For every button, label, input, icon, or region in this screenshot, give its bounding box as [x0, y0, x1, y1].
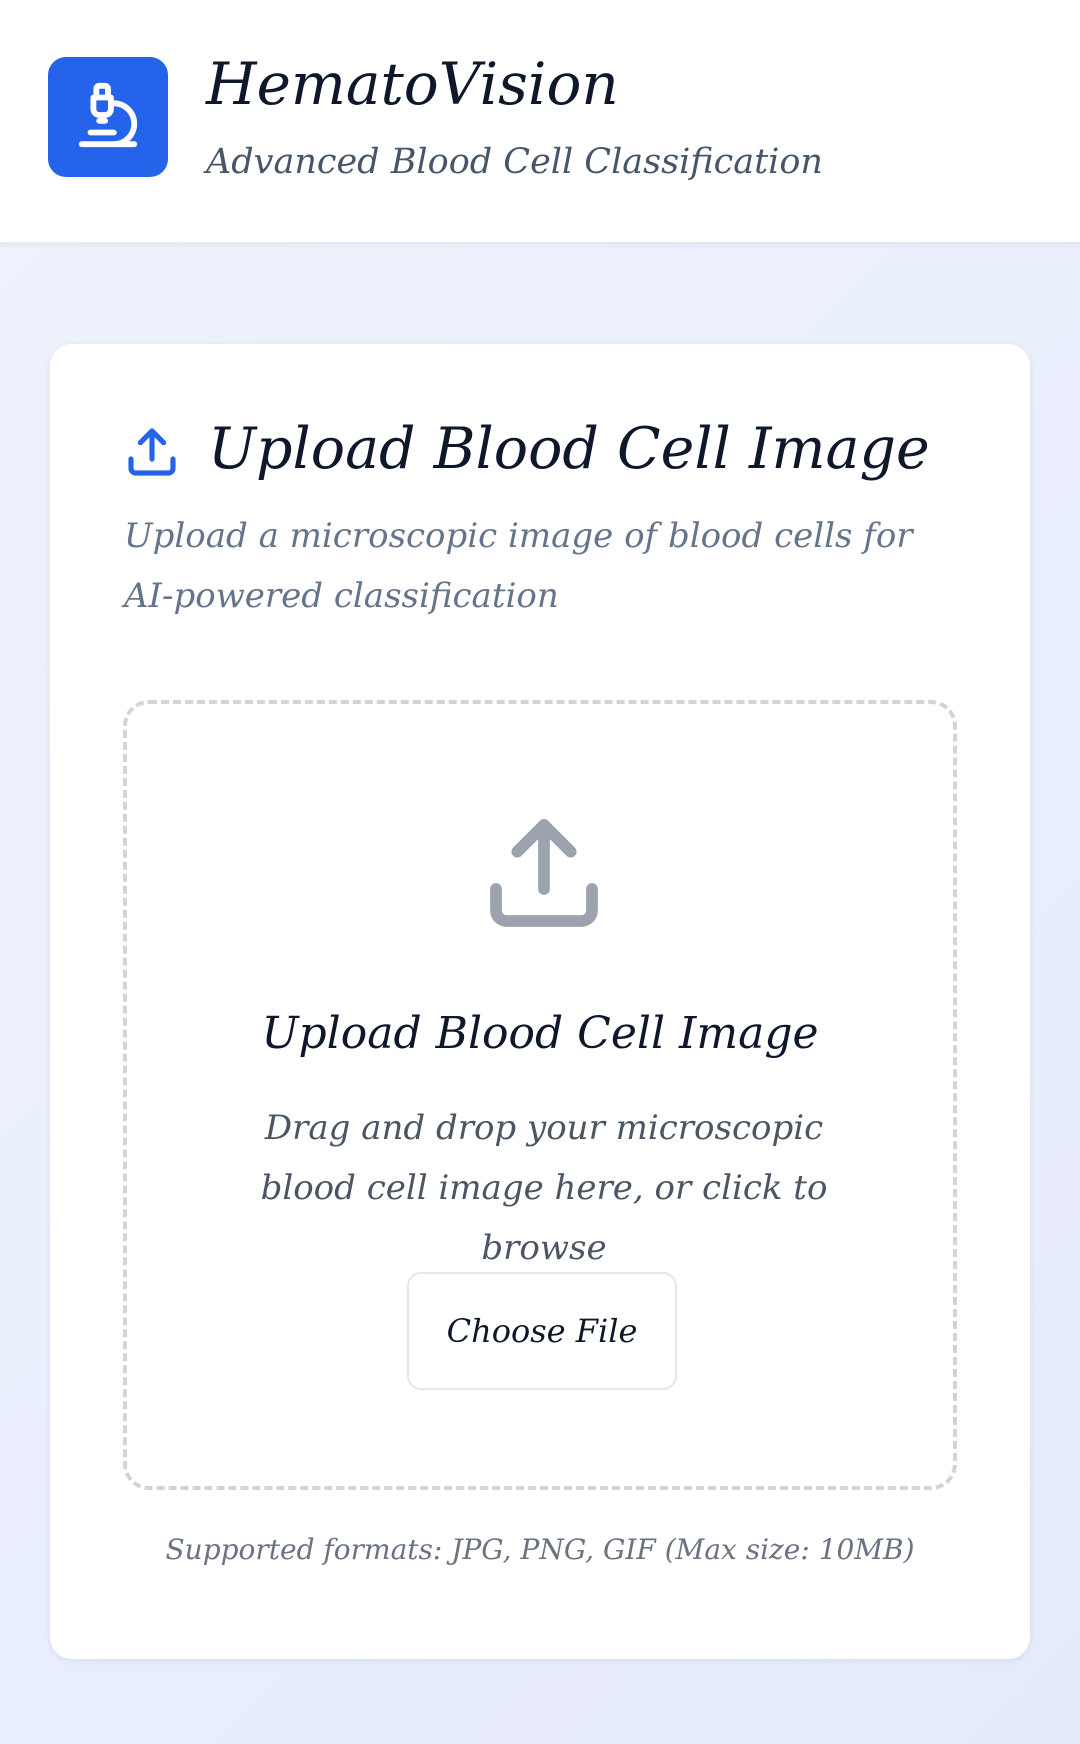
app-logo — [48, 57, 168, 177]
supported-formats-note: Supported formats: JPG, PNG, GIF (Max si… — [165, 1533, 915, 1566]
card-description: Upload a microscopic image of blood cell… — [124, 516, 913, 616]
card-title: Upload Blood Cell Image — [208, 416, 930, 482]
dropzone-description: Drag and drop your microscopic blood cel… — [260, 1108, 828, 1268]
upload-icon — [124, 424, 180, 480]
upload-icon — [480, 808, 608, 938]
app-title: HematoVision — [206, 50, 619, 118]
app-header: HematoVision Advanced Blood Cell Classif… — [0, 0, 1080, 242]
dropzone-title: Upload Blood Cell Image — [261, 1008, 819, 1059]
microscope-icon — [73, 80, 143, 154]
upload-card: Upload Blood Cell Image Upload a microsc… — [50, 344, 1030, 1659]
choose-file-button[interactable]: Choose File — [407, 1272, 677, 1390]
file-dropzone[interactable]: Upload Blood Cell Image Drag and drop yo… — [123, 700, 957, 1490]
app-subtitle: Advanced Blood Cell Classification — [206, 142, 823, 182]
